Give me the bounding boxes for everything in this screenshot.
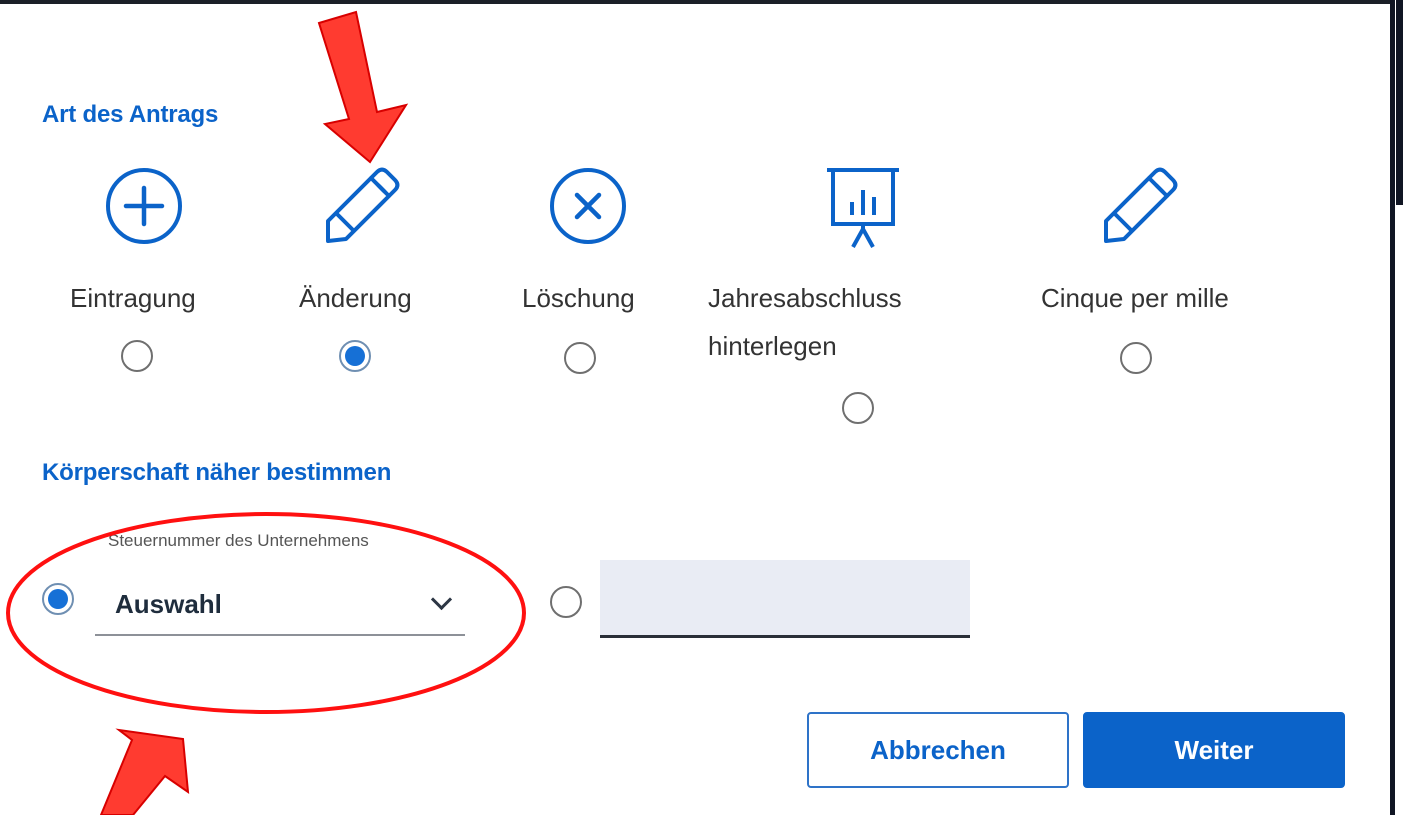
option-label-eintragung: Eintragung [70,283,196,313]
option-label-aenderung: Änderung [299,283,412,313]
radio-manual-tax-number[interactable] [550,586,582,618]
presentation-chart-icon [827,168,899,248]
radio-cinque-per-mille[interactable] [1120,342,1152,374]
option-label-jahresabschluss: Jahresabschluss hinterlegen [708,274,902,370]
next-button[interactable]: Weiter [1083,712,1345,788]
chevron-down-icon [430,588,453,611]
pencil-icon [326,167,400,243]
option-eintragung[interactable] [103,165,185,247]
manual-tax-number-input[interactable] [600,560,970,638]
radio-loeschung[interactable] [564,342,596,374]
section-title-application-type: Art des Antrags [42,101,219,128]
tax-number-select[interactable]: Auswahl [95,570,465,636]
scrollbar-thumb[interactable] [1396,0,1403,205]
radio-eintragung[interactable] [121,340,153,372]
option-label-cinque-per-mille: Cinque per mille [1041,283,1229,313]
scrollbar-track [1390,0,1395,815]
top-border [0,0,1390,4]
option-loeschung[interactable] [547,165,629,247]
option-label-jahresabschluss-line1: Jahresabschluss [708,283,902,313]
section-title-entity: Körperschaft näher bestimmen [42,459,392,486]
option-label-loeschung: Löschung [522,283,635,313]
annotation-arrow-down [317,10,409,164]
tax-number-select-value: Auswahl [115,589,222,619]
option-jahresabschluss[interactable] [825,165,901,251]
option-label-jahresabschluss-line2: hinterlegen [708,331,837,361]
x-circle-icon [550,168,626,244]
radio-jahresabschluss[interactable] [842,392,874,424]
option-cinque-per-mille[interactable] [1097,165,1187,249]
radio-tax-number-select[interactable] [42,583,74,615]
annotation-arrow-up [99,728,190,815]
plus-circle-icon [106,168,182,244]
pencil-icon [1104,167,1178,243]
option-aenderung[interactable] [319,165,409,249]
cancel-button[interactable]: Abbrechen [807,712,1069,788]
tax-number-floating-label: Steuernummer des Unternehmens [108,531,369,550]
radio-aenderung[interactable] [339,340,371,372]
scrollbar[interactable] [1390,0,1404,815]
